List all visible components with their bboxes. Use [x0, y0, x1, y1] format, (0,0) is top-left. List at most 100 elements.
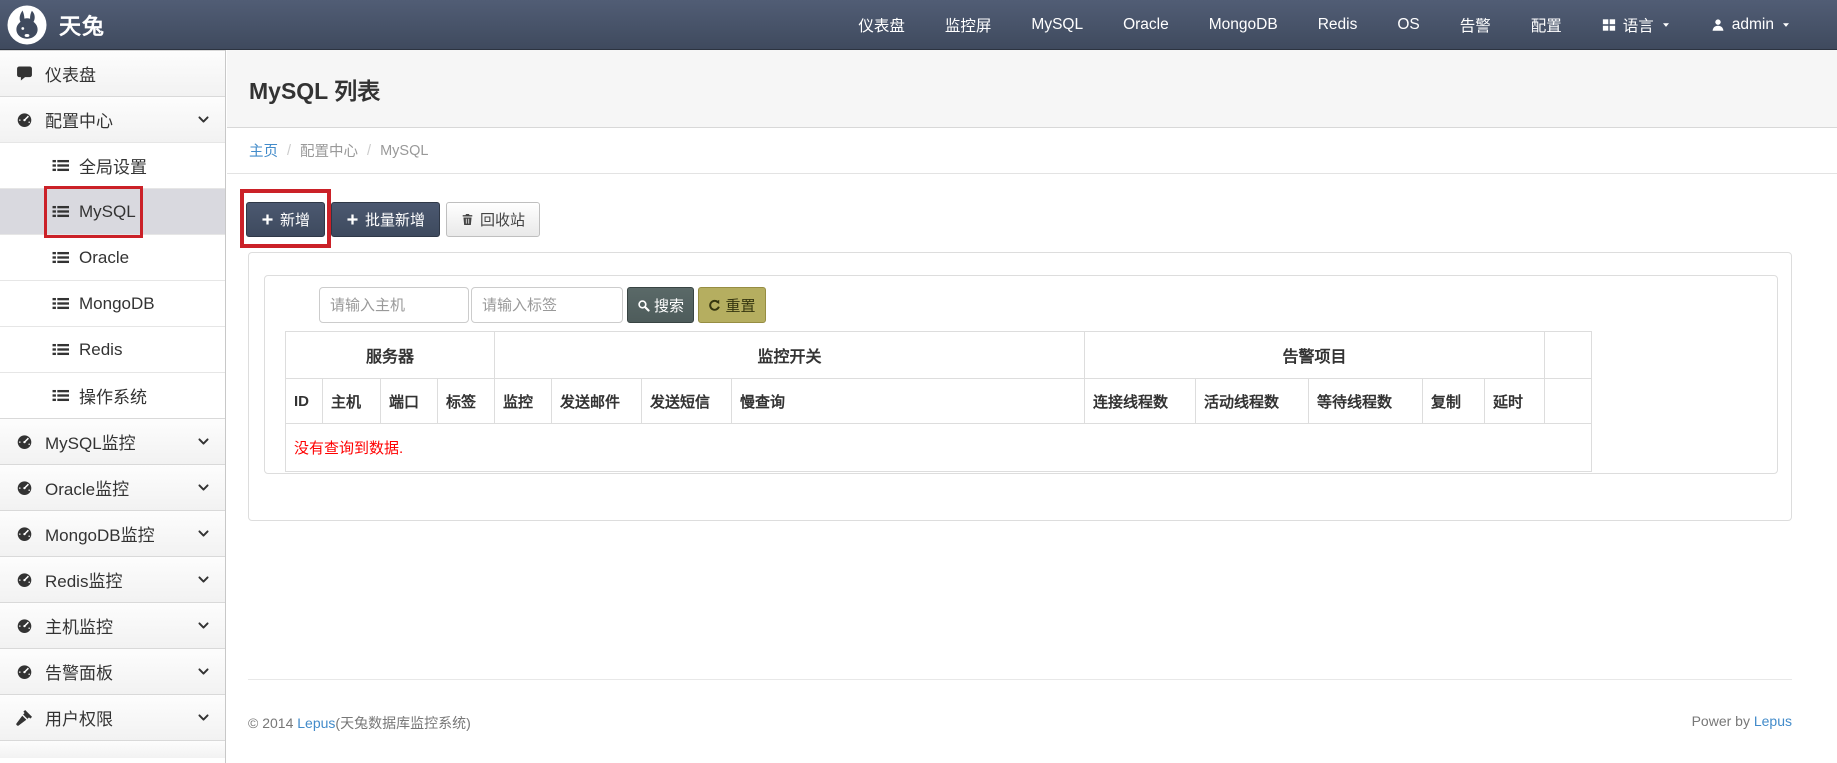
brand-label: 天兔 — [59, 13, 106, 39]
nav-item-oracle[interactable]: Oracle — [1103, 0, 1189, 50]
chevron-down-icon — [197, 527, 210, 540]
caret-down-icon — [1781, 20, 1791, 30]
nav-item-label: admin — [1731, 15, 1774, 33]
sidebar-item-oracle-monitor[interactable]: Oracle监控 — [0, 464, 225, 510]
nav-item-label: 语言 — [1622, 17, 1654, 35]
reset-button-label: 重置 — [725, 297, 756, 315]
chevron-down-icon — [197, 619, 210, 632]
sidebar-bottom-strip — [0, 740, 225, 758]
sidebar-item-user-privileges[interactable]: 用户权限 — [0, 694, 225, 740]
tag-search-input[interactable] — [471, 287, 623, 323]
table-group-header — [1544, 331, 1593, 379]
sidebar-item-mongodb[interactable]: MongoDB — [0, 280, 225, 326]
host-search-input[interactable] — [319, 287, 469, 323]
sidebar-item-label: MySQL监控 — [45, 434, 136, 453]
nav-item-label: 监控屏 — [944, 17, 992, 35]
chevron-down-icon — [197, 481, 210, 494]
table-column-header: 标签 — [436, 378, 496, 424]
breadcrumb-item-1[interactable]: 主页 — [249, 140, 278, 161]
dashboard-icon — [16, 617, 33, 634]
sidebar-item-mongodb-monitor[interactable]: MongoDB监控 — [0, 510, 225, 556]
sidebar-item-redis-monitor[interactable]: Redis监控 — [0, 556, 225, 602]
mysql-table: 服务器 监控开关 告警项目 ID 主机 端口 标签 监控 发送邮件 发送短信 慢查询 连接线程数 活动… — [284, 331, 1593, 472]
breadcrumb-item-2: 配置中心 — [300, 144, 359, 160]
breadcrumb-item-3: MySQL — [380, 142, 429, 159]
power-prefix: Power by — [1691, 713, 1754, 729]
list-icon — [52, 341, 69, 358]
nav-item-redis[interactable]: Redis — [1298, 0, 1378, 50]
nav-item-label: Redis — [1317, 15, 1358, 33]
list-icon — [52, 387, 69, 404]
search-button[interactable]: 搜索 — [627, 287, 694, 323]
grid-icon — [1602, 18, 1616, 32]
footer-copyright: © 2014 Lepus(天兔数据库监控系统) — [248, 713, 471, 733]
table-group-header: 监控开关 — [494, 331, 1086, 379]
nav-item-label: Oracle — [1123, 15, 1169, 33]
breadcrumb-separator: / — [287, 142, 292, 159]
nav-item-os[interactable]: OS — [1377, 0, 1439, 50]
recycle-bin-button-label: 回收站 — [480, 212, 526, 229]
search-button-label: 搜索 — [653, 297, 684, 315]
plus-icon — [346, 213, 359, 226]
nav-item-label: 配置 — [1530, 17, 1562, 35]
nav-item-admin[interactable]: admin — [1691, 0, 1811, 50]
sidebar-item-os[interactable]: 操作系统 — [0, 372, 225, 418]
table-column-header: 连接线程数 — [1084, 378, 1197, 424]
nav-item-mongodb[interactable]: MongoDB — [1189, 0, 1298, 50]
add-button[interactable]: 新增 — [246, 202, 326, 237]
sidebar-item-label: 操作系统 — [79, 388, 147, 407]
list-icon — [52, 203, 69, 220]
sidebar-item-dashboard[interactable]: 仪表盘 — [0, 50, 225, 96]
nav-item-label: MySQL — [1031, 15, 1084, 33]
table-empty-cell: 没有查询到数据. — [284, 423, 1593, 472]
breadcrumb: 主页 / 配置中心 / MySQL — [227, 128, 1837, 174]
sidebar-item-label: MongoDB — [79, 293, 155, 313]
table-column-header: 发送邮件 — [551, 378, 643, 424]
search-table-well: 搜索 重置 服务器监控开关告警项目 ID主机端口标签监控发送邮件发送短信慢查询连… — [264, 275, 1778, 474]
caret-down-icon — [1661, 20, 1671, 30]
nav-item-alarm[interactable]: 告警 — [1440, 0, 1511, 50]
table-column-header: 慢查询 — [731, 378, 1086, 424]
sidebar-item-mysql-monitor[interactable]: MySQL监控 — [0, 418, 225, 464]
sidebar-item-label: 仪表盘 — [45, 66, 96, 85]
sidebar-item-label: 全局设置 — [79, 158, 147, 177]
sidebar-item-label: Redis — [79, 339, 123, 359]
sidebar-item-redis[interactable]: Redis — [0, 326, 225, 372]
sidebar-item-host-monitor[interactable]: 主机监控 — [0, 602, 225, 648]
sidebar-item-oracle[interactable]: Oracle — [0, 234, 225, 280]
table-group-header: 告警项目 — [1084, 331, 1546, 379]
sidebar-item-mysql[interactable]: MySQL — [0, 186, 225, 238]
empty-message: 没有查询到数据. — [294, 440, 404, 457]
lepus-link[interactable]: Lepus — [1754, 713, 1792, 729]
sidebar-item-alarm-panel[interactable]: 告警面板 — [0, 648, 225, 694]
nav-item-dashboard[interactable]: 仪表盘 — [838, 0, 925, 50]
lepus-link[interactable]: Lepus — [297, 715, 335, 731]
sidebar: 仪表盘配置中心全局设置 MySQL Oracle MongoDB Redis 操作系统 My… — [0, 50, 226, 763]
sidebar-item-label: Oracle监控 — [45, 480, 130, 499]
chevron-down-icon — [197, 711, 210, 724]
nav-item-label: 仪表盘 — [858, 17, 905, 35]
sidebar-item-label: 配置中心 — [45, 112, 113, 131]
navbar-menu: 仪表盘 监控屏 MySQL Oracle MongoDB Redis OS 告警 配置 语言 adm… — [838, 0, 1837, 50]
dashboard-icon — [16, 479, 33, 496]
dashboard-icon — [16, 433, 33, 450]
chevron-down-icon — [197, 113, 210, 126]
plus-icon — [261, 213, 274, 226]
sidebar-item-global-settings[interactable]: 全局设置 — [0, 142, 225, 188]
sidebar-item-config-center[interactable]: 配置中心 — [0, 96, 225, 142]
nav-item-mysql[interactable]: MySQL — [1011, 0, 1103, 50]
nav-item-language[interactable]: 语言 — [1582, 0, 1691, 50]
sidebar-item-label: MongoDB监控 — [45, 526, 155, 545]
refresh-icon — [708, 299, 721, 312]
recycle-bin-button[interactable]: 回收站 — [446, 202, 541, 237]
table-group-row: 服务器 监控开关 告警项目 — [284, 331, 1593, 379]
brand[interactable]: 天兔 — [0, 5, 105, 45]
batch-add-button[interactable]: 批量新增 — [331, 202, 441, 237]
table-column-header: 监控 — [494, 378, 553, 424]
search-icon — [637, 299, 650, 312]
table-column-header: 延时 — [1484, 378, 1546, 424]
copyright-suffix: (天兔数据库监控系统) — [335, 715, 471, 731]
nav-item-config[interactable]: 配置 — [1511, 0, 1582, 50]
nav-item-monitor-screen[interactable]: 监控屏 — [925, 0, 1012, 50]
reset-button[interactable]: 重置 — [698, 287, 766, 323]
